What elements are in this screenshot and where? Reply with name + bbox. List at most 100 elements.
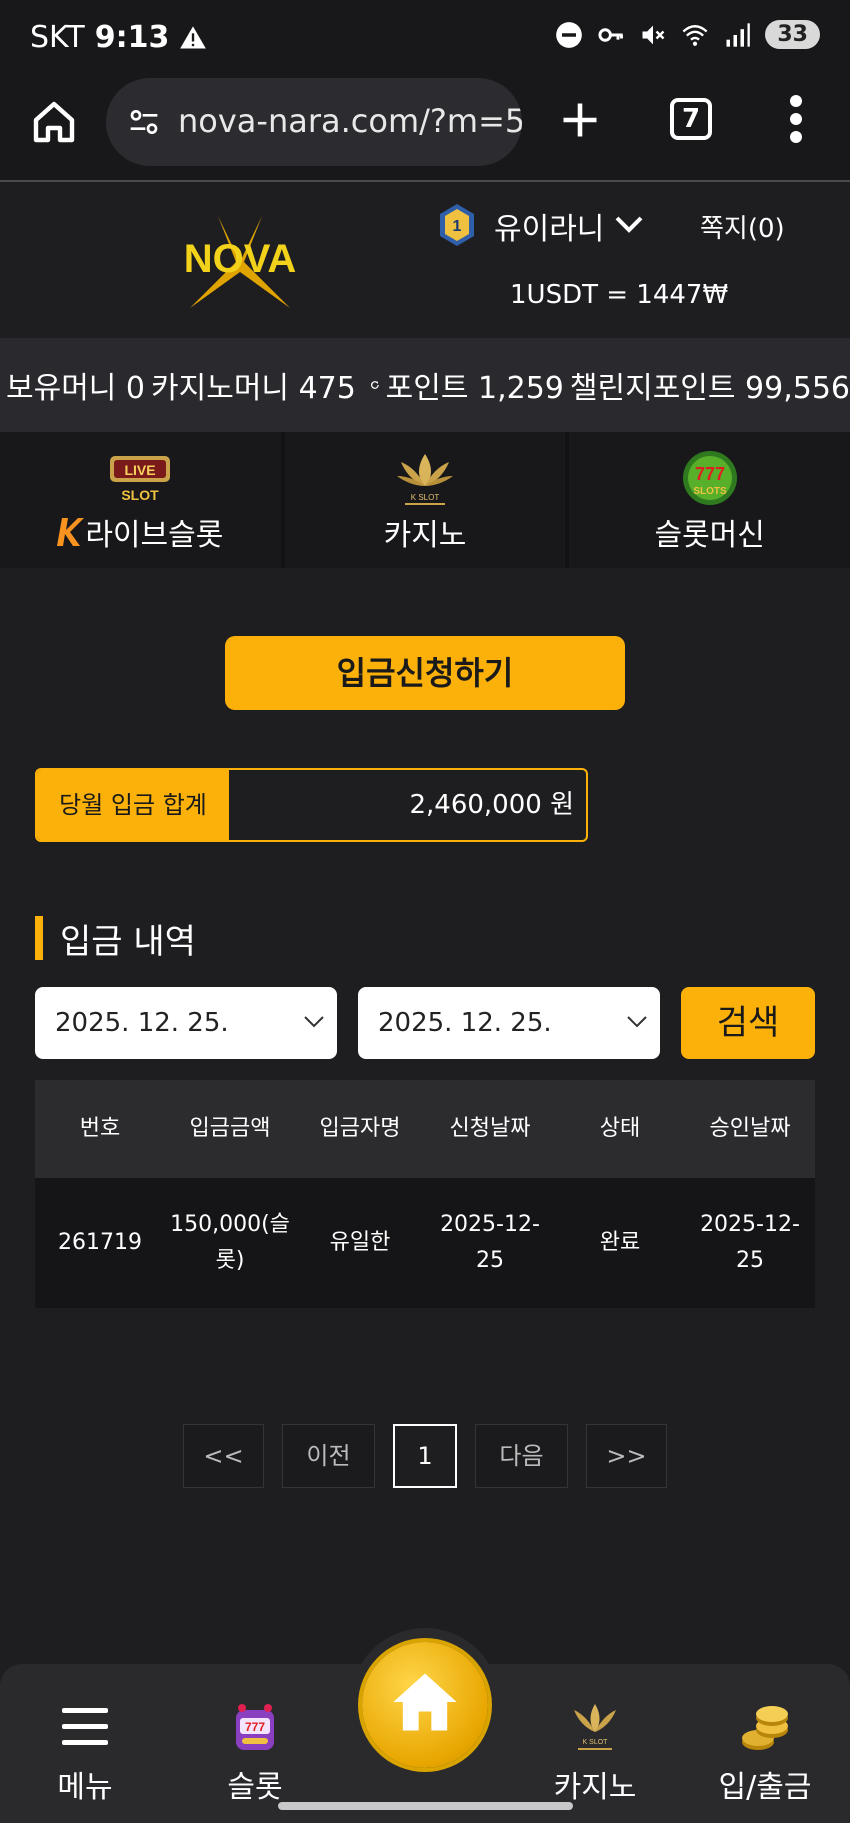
k-slot-lotus-icon: K SLOT	[574, 1704, 616, 1750]
new-tab-icon[interactable]	[558, 98, 602, 142]
svg-text:NOVA: NOVA	[184, 237, 297, 281]
points: 포인트 1,259	[385, 371, 564, 406]
date-from-value: 2025. 12. 25.	[55, 1008, 229, 1038]
table-cell: 261719	[58, 1230, 142, 1255]
date-from-select[interactable]: 2025. 12. 25.	[35, 987, 337, 1059]
current-page-button[interactable]: 1	[393, 1424, 457, 1488]
table-cell: 2025-12-25	[700, 1212, 800, 1273]
browser-home-icon[interactable]	[30, 98, 78, 146]
777-slots-icon: 777 SLOTS	[682, 451, 737, 505]
warning-icon	[180, 25, 207, 48]
messages-link[interactable]: 쪽지(0)	[700, 208, 785, 245]
tab-label: 슬롯머신	[654, 518, 765, 553]
live-slot-icon: LIVE SLOT	[110, 456, 171, 503]
tab-slot-machine[interactable]: 777 SLOTS 슬롯머신	[569, 432, 850, 568]
game-category-tabs: LIVE SLOT 라이브슬롯 K SLOT 카지노 777 SLOTS 슬롯머신	[0, 432, 850, 568]
column-header: 승인날짜	[709, 1116, 791, 1141]
date-to-value: 2025. 12. 25.	[378, 1008, 552, 1038]
address-bar[interactable]: nova-nara.com/?m=5	[106, 78, 522, 166]
nav-label: 입/출금	[718, 1770, 812, 1805]
refresh-icon[interactable]	[370, 368, 380, 402]
url-text[interactable]: nova-nara.com/?m=5	[178, 102, 522, 140]
svg-text:1: 1	[453, 218, 462, 235]
status-bar: SKT 9:13 33	[0, 0, 850, 76]
tab-label: 라이브슬롯	[85, 518, 224, 553]
search-button[interactable]: 검색	[681, 987, 815, 1059]
table-row: 261719 150,000(슬롯) 유일한 2025-12-25 완료 202…	[35, 1178, 815, 1308]
mute-icon	[642, 25, 665, 44]
svg-text:777: 777	[695, 464, 725, 484]
svg-text:SLOTS: SLOTS	[693, 486, 727, 497]
svg-text:LIVE: LIVE	[125, 462, 156, 478]
nova-logo[interactable]: NOVA	[140, 216, 340, 308]
tab-casino[interactable]: K SLOT 카지노	[284, 432, 566, 568]
table-cell: 2025-12-25	[440, 1212, 540, 1273]
section-title: 입금 내역	[60, 922, 196, 962]
svg-text:K SLOT: K SLOT	[583, 1739, 609, 1746]
site-home-button[interactable]	[362, 1642, 488, 1768]
k-slot-lotus-icon: K SLOT	[397, 454, 453, 505]
nav-menu[interactable]: 메뉴	[15, 1684, 155, 1805]
nav-label: 슬롯	[227, 1770, 283, 1805]
chevron-down-icon	[304, 1016, 324, 1028]
table-header: 번호 입금금액 입금자명 신청날짜 상태 승인날짜	[35, 1080, 815, 1178]
column-header: 번호	[79, 1116, 121, 1141]
table-cell: 완료	[599, 1230, 641, 1255]
challenge-points: 챌린지포인트 99,556	[569, 371, 850, 406]
column-header: 상태	[599, 1116, 641, 1141]
nav-label: 카지노	[553, 1770, 637, 1805]
nav-deposit-withdraw[interactable]: 입/출금	[695, 1684, 835, 1805]
status-right: 33	[555, 20, 820, 49]
column-header: 입금금액	[189, 1116, 271, 1141]
prev-page-button[interactable]: 이전	[282, 1424, 375, 1488]
clock: 9:13	[94, 20, 170, 55]
nav-label: 메뉴	[57, 1770, 113, 1805]
key-icon	[598, 27, 624, 42]
balance-bar: 보유머니 0 카지노머니 475 포인트 1,259 챌린지포인트 99,556	[0, 338, 850, 432]
slot-machine-icon: 777	[236, 1704, 274, 1750]
browser-toolbar: nova-nara.com/?m=5 7	[0, 76, 850, 182]
section-accent-bar	[35, 916, 43, 960]
hamburger-menu-icon	[62, 1708, 108, 1745]
do-not-disturb-icon	[556, 21, 583, 48]
monthly-total-label: 당월 입금 합계	[37, 770, 229, 840]
home-icon	[393, 1673, 457, 1731]
holding-money: 보유머니 0	[6, 371, 146, 406]
chevron-down-icon	[627, 1016, 647, 1028]
wifi-icon	[682, 24, 708, 46]
tab-label: 카지노	[383, 518, 467, 553]
svg-text:K SLOT: K SLOT	[411, 493, 440, 502]
next-page-button[interactable]: 다음	[475, 1424, 568, 1488]
gold-coins-icon	[742, 1706, 788, 1750]
carrier-label: SKT	[30, 20, 85, 55]
tab-switcher-button[interactable]: 7	[670, 98, 712, 140]
column-header: 입금자명	[319, 1116, 401, 1141]
site-header: NOVA 1 유이라니 쪽지(0) 1USDT = 1447₩	[0, 184, 850, 336]
tab-live-slot[interactable]: LIVE SLOT 라이브슬롯	[0, 432, 281, 568]
status-left: SKT 9:13	[30, 20, 207, 55]
more-menu-icon[interactable]	[788, 94, 804, 144]
nav-slot[interactable]: 777 슬롯	[185, 1684, 325, 1805]
level-badge-icon: 1	[440, 204, 474, 246]
svg-text:777: 777	[245, 1720, 265, 1734]
table-cell: 유일한	[329, 1230, 391, 1255]
last-page-button[interactable]: >>	[586, 1424, 667, 1488]
monthly-total-value: 2,460,000 원	[409, 790, 574, 820]
first-page-button[interactable]: <<	[183, 1424, 264, 1488]
signal-icon	[726, 22, 751, 47]
table-cell: 150,000(슬롯)	[170, 1212, 290, 1273]
username[interactable]: 유이라니	[494, 204, 604, 248]
deposit-request-button[interactable]: 입금신청하기	[225, 636, 625, 710]
monthly-deposit-total: 당월 입금 합계 2,460,000 원	[35, 768, 588, 842]
gesture-navigation-bar[interactable]	[278, 1802, 573, 1810]
nav-casino[interactable]: K SLOT 카지노	[525, 1684, 665, 1805]
casino-money: 카지노머니 475	[151, 371, 356, 406]
date-to-select[interactable]: 2025. 12. 25.	[358, 987, 660, 1059]
battery-indicator: 33	[765, 20, 820, 49]
exchange-rate: 1USDT = 1447₩	[510, 280, 729, 310]
deposit-history-table: 번호 입금금액 입금자명 신청날짜 상태 승인날짜 261719 150,000…	[35, 1080, 815, 1308]
chevron-down-icon[interactable]	[614, 214, 644, 234]
svg-text:SLOT: SLOT	[122, 487, 160, 503]
column-header: 신청날짜	[449, 1116, 531, 1141]
site-settings-icon[interactable]	[126, 106, 162, 138]
